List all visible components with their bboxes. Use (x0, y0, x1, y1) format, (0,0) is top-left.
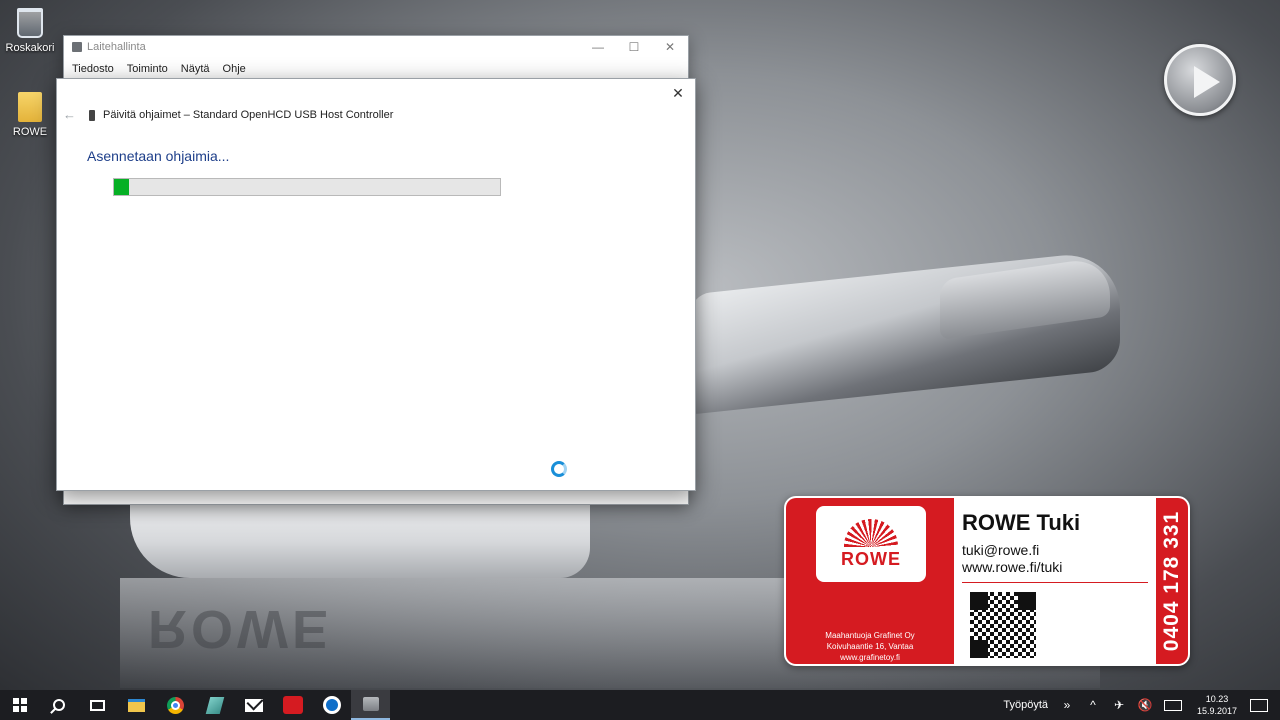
teamviewer-icon (322, 696, 341, 714)
importer-line: Maahantuoja Grafinet Oy (825, 631, 915, 640)
mail-icon (244, 698, 263, 712)
folder-icon (128, 698, 145, 712)
task-view-icon (90, 699, 105, 711)
dialog-heading: Päivitä ohjaimet – Standard OpenHCD USB … (89, 109, 393, 121)
install-status-text: Asennetaan ohjaimia... (87, 148, 230, 164)
device-manager-icon (72, 42, 82, 52)
rowe-logo-text: ROWE (841, 548, 901, 569)
support-phone-number: 0404 178 331 (1160, 510, 1183, 652)
importer-line: www.grafinetoy.fi (840, 653, 900, 662)
start-button[interactable] (0, 690, 39, 720)
folder-icon (18, 92, 42, 122)
menu-bar: Tiedosto Toiminto Näytä Ohje (64, 58, 688, 80)
rowe-support-card: ROWE Maahantuoja Grafinet Oy Koivuhaanti… (784, 496, 1190, 666)
menu-help[interactable]: Ohje (223, 63, 246, 75)
menu-action[interactable]: Toiminto (127, 63, 168, 75)
maximize-button[interactable]: ☐ (616, 36, 652, 58)
clock[interactable]: 10.23 15.9.2017 (1188, 693, 1246, 717)
taskbar: Työpöytä » ^ ✈ 🔇 10.23 15.9.2017 (0, 690, 1280, 720)
busy-spinner-icon (551, 461, 567, 477)
clock-time: 10.23 (1205, 694, 1229, 704)
card-title: ROWE Tuki (962, 510, 1081, 535)
menu-file[interactable]: Tiedosto (72, 63, 114, 75)
usb-device-icon (89, 109, 95, 121)
show-hidden-icons-button[interactable]: ^ (1080, 698, 1106, 712)
rowe-app-button[interactable] (273, 690, 312, 720)
system-tray: Työpöytä » ^ ✈ 🔇 10.23 15.9.2017 (1003, 690, 1280, 720)
desktop-icon-label: ROWE (12, 126, 48, 138)
airplane-mode-icon[interactable]: ✈ (1106, 698, 1132, 712)
support-email: tuki@rowe.fi (962, 542, 1040, 558)
desktop-icon-label: Roskakori (5, 42, 55, 54)
file-explorer-button[interactable] (117, 690, 156, 720)
touch-keyboard-icon[interactable] (1164, 699, 1182, 711)
importer-line: Koivuhaantie 16, Vantaa (826, 642, 914, 651)
volume-muted-icon[interactable]: 🔇 (1132, 698, 1158, 712)
windows-icon (12, 698, 27, 712)
menu-view[interactable]: Näytä (181, 63, 210, 75)
dialog-close-button[interactable]: ✕ (667, 83, 689, 103)
window-controls: — ☐ ✕ (580, 36, 688, 58)
desktop-icon-rowe-folder[interactable]: ROWE (0, 92, 60, 138)
update-drivers-dialog: ✕ ← Päivitä ohjaimet – Standard OpenHCD … (56, 78, 696, 491)
play-icon (1194, 66, 1220, 98)
window-title: Laitehallinta (87, 41, 146, 53)
dialog-heading-text: Päivitä ohjaimet – Standard OpenHCD USB … (103, 109, 394, 121)
toolbar-chevron-icon[interactable]: » (1054, 698, 1080, 712)
action-center-icon[interactable] (1250, 698, 1268, 712)
mail-button[interactable] (234, 690, 273, 720)
minimize-button[interactable]: — (580, 36, 616, 58)
chrome-button[interactable] (156, 690, 195, 720)
back-arrow-icon[interactable]: ← (63, 107, 76, 122)
install-progress-fill (114, 179, 130, 195)
rowe-logo-sunburst-icon (844, 518, 898, 547)
desktop-toolbar-label[interactable]: Työpöytä (1003, 699, 1048, 711)
teamviewer-button[interactable] (312, 690, 351, 720)
card-red-panel: ROWE Maahantuoja Grafinet Oy Koivuhaanti… (786, 498, 954, 664)
rowe-logo: ROWE (816, 506, 926, 582)
clock-date: 15.9.2017 (1196, 706, 1238, 716)
support-phone: 0404 178 331 (1156, 498, 1188, 664)
recycle-bin-icon (17, 8, 43, 38)
paint-button[interactable] (195, 690, 234, 720)
qr-code-icon (970, 592, 1036, 658)
wallpaper-floor-logo: ROWE (148, 599, 332, 659)
install-progress-bar (113, 178, 501, 196)
support-website: www.rowe.fi/tuki (962, 559, 1063, 575)
desktop-icon-recycle-bin[interactable]: Roskakori (0, 8, 60, 54)
device-manager-icon (362, 697, 379, 711)
close-button[interactable]: ✕ (652, 36, 688, 58)
device-manager-button[interactable] (351, 690, 390, 720)
card-divider (962, 582, 1148, 583)
rowe-icon (282, 696, 303, 714)
video-play-button[interactable] (1164, 44, 1236, 116)
chrome-icon (167, 696, 184, 714)
search-button[interactable] (39, 690, 78, 720)
importer-info: Maahantuoja Grafinet Oy Koivuhaantie 16,… (786, 630, 954, 663)
search-icon (52, 699, 65, 711)
paint-icon (205, 696, 224, 714)
task-view-button[interactable] (78, 690, 117, 720)
